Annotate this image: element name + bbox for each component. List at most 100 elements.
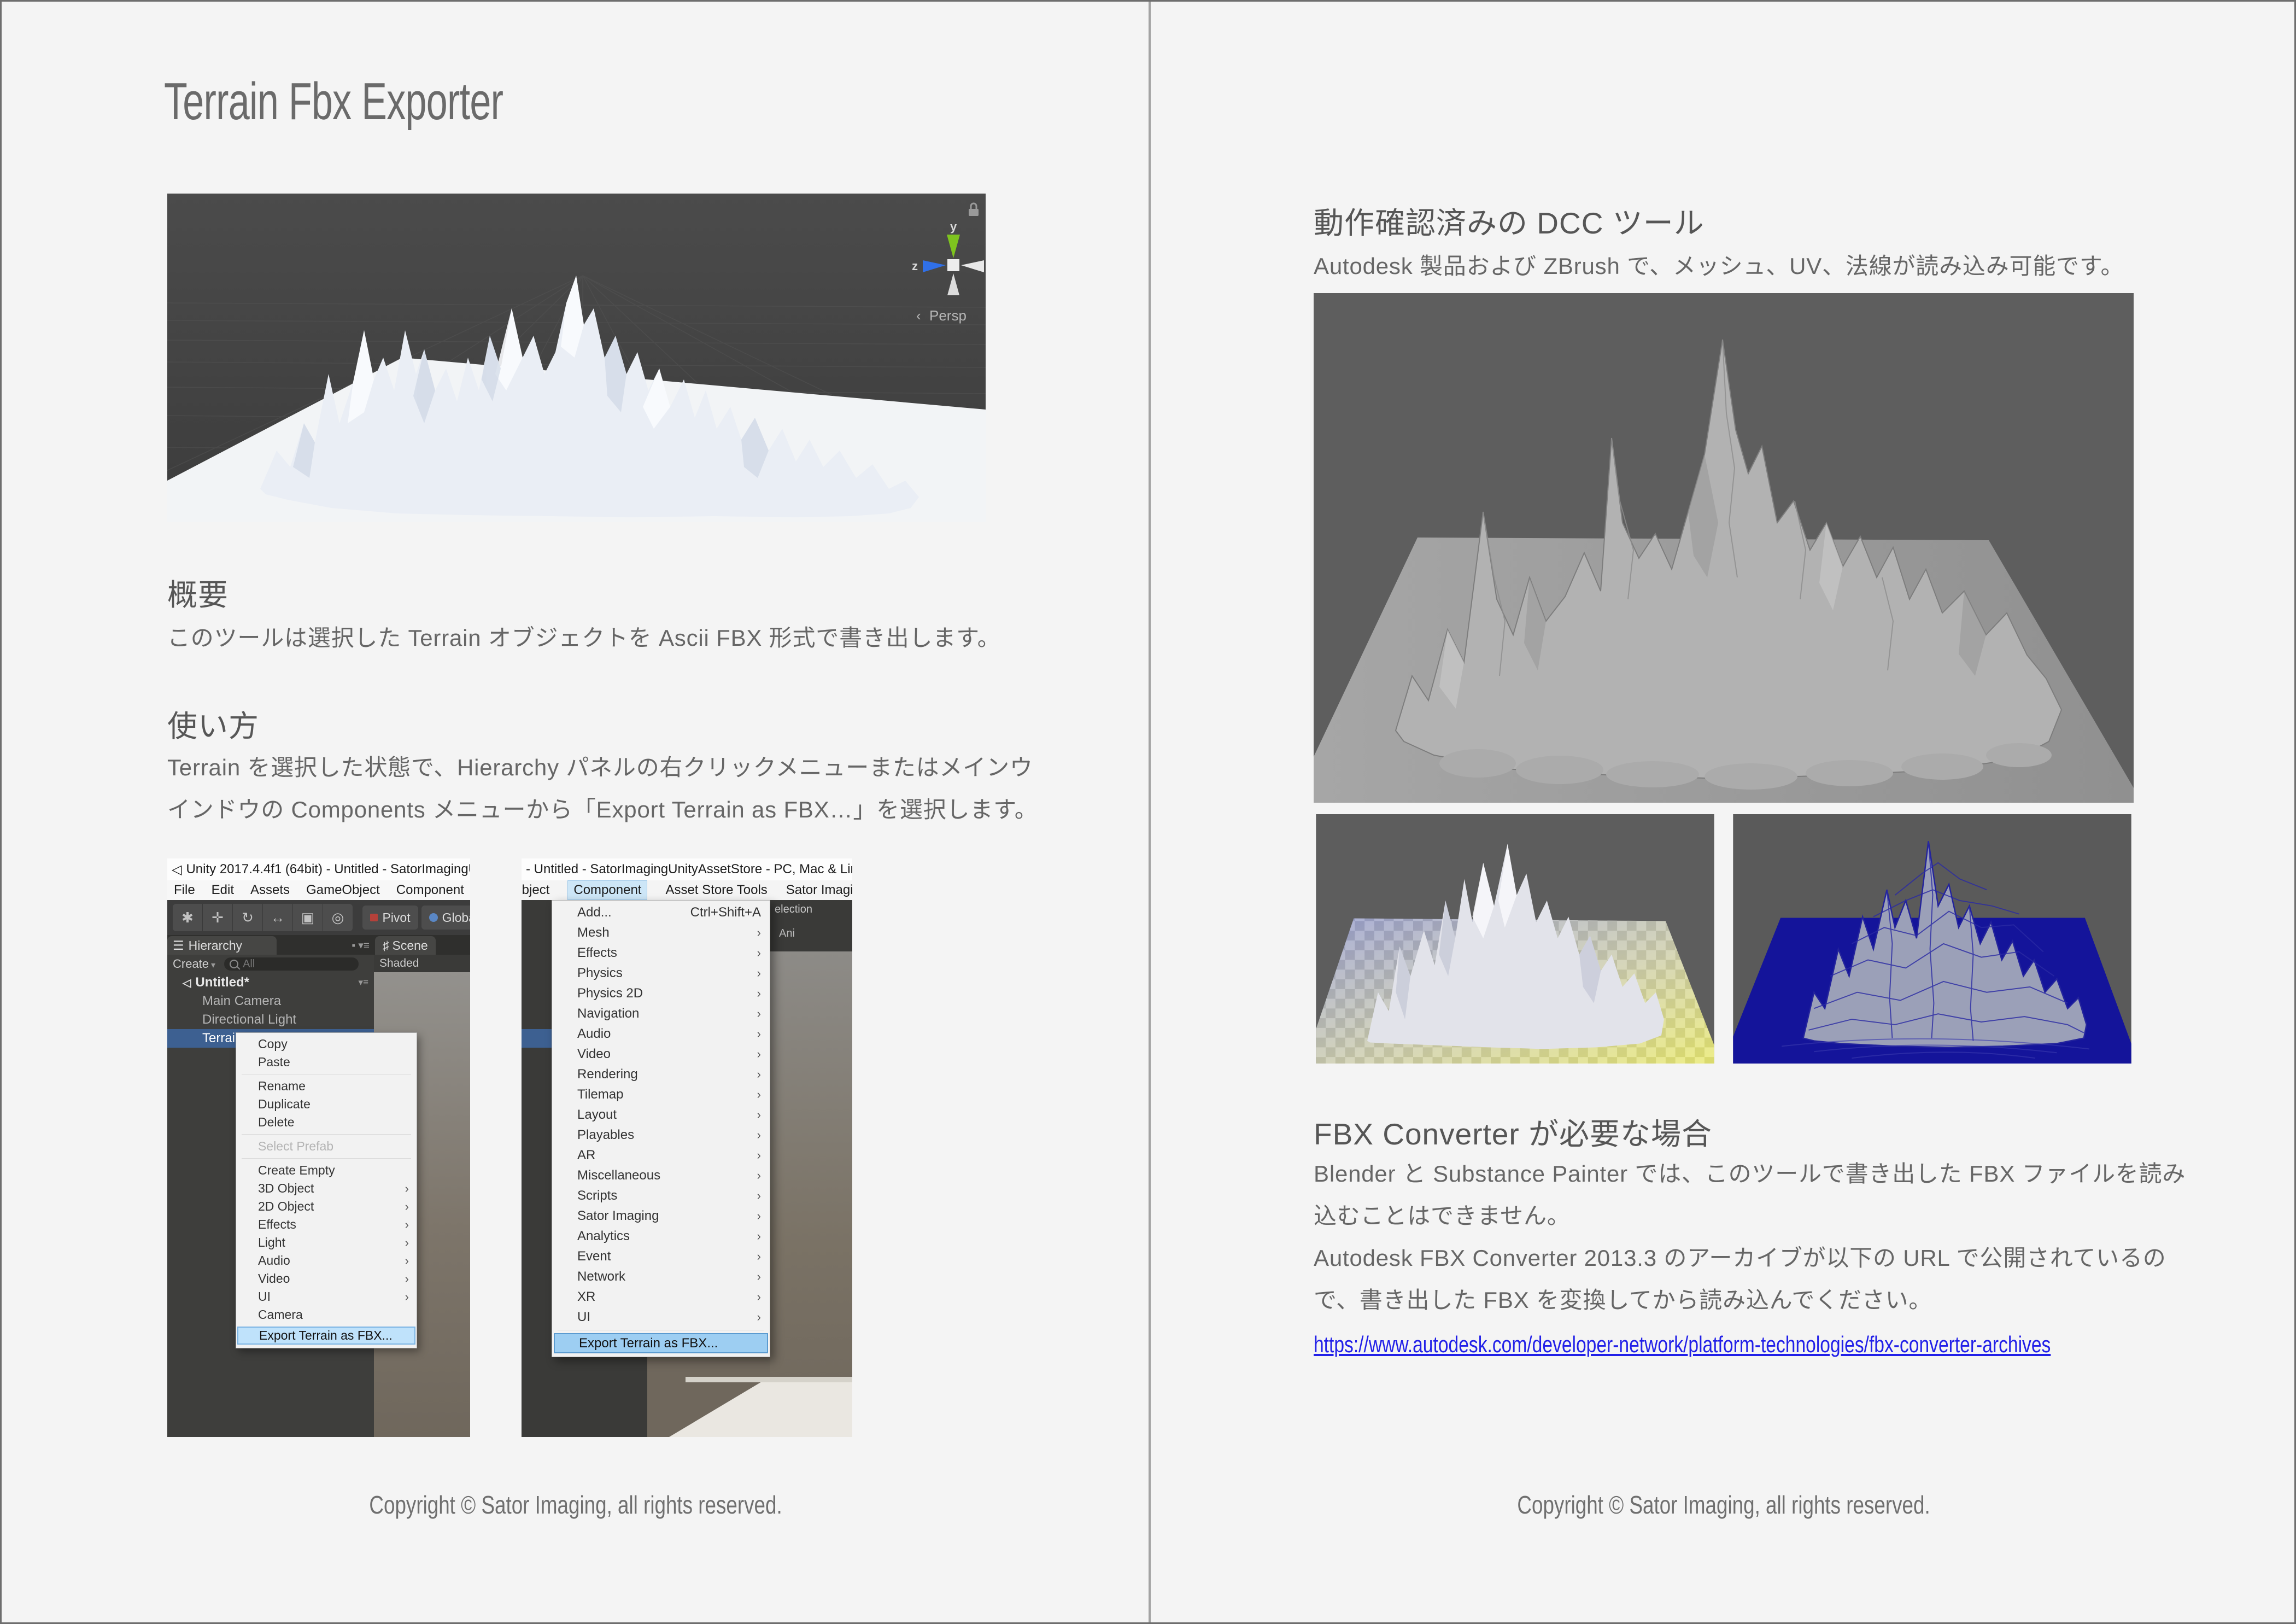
submenu-arrow-icon: › [757,1007,761,1021]
menu-item[interactable]: Video› [552,1044,770,1064]
menu-item[interactable]: Camera [236,1306,417,1324]
menu-item[interactable]: Duplicate [236,1095,417,1113]
menu-item-label: Physics [577,966,623,981]
menu-item[interactable]: Audio› [236,1252,417,1270]
menubar-item[interactable]: GameObject [306,883,380,898]
gizmo-cube[interactable] [947,259,959,271]
hand-tool-button[interactable]: ✱ [173,904,203,931]
menubar-item[interactable]: Asset Store Tools [665,883,767,898]
window-titlebar: ◁ Unity 2017.4.4f1 (64bit) - Untitled - … [167,858,470,880]
menu-item[interactable]: Effects› [236,1216,417,1234]
menubar-item[interactable]: Component [396,883,464,898]
window-title: - Untitled - SatorImagingUnityAssetStore… [526,862,852,877]
move-tool-button[interactable]: ✛ [203,904,233,931]
menu-item[interactable]: Playables› [552,1125,770,1145]
window-titlebar: - Untitled - SatorImagingUnityAssetStore… [522,858,852,880]
menu-item[interactable]: UI› [236,1288,417,1306]
tab-hierarchy[interactable]: ☰ Hierarchy [167,936,277,955]
rect-tool-button[interactable]: ▣ [293,904,323,931]
hierarchy-item[interactable]: Main Camera [167,992,374,1010]
gizmo-z-label: z [912,259,918,273]
menubar-item[interactable]: File [174,883,195,898]
menu-item[interactable]: Miscellaneous› [552,1165,770,1185]
menu-item[interactable]: Physics› [552,963,770,983]
global-toggle-button[interactable]: Globa [421,906,470,930]
submenu-arrow-icon: › [757,1047,761,1061]
menu-item[interactable]: XR› [552,1287,770,1307]
menu-item-label: Effects [577,945,617,961]
scale-tool-button[interactable]: ↔ [263,904,293,931]
menu-item[interactable]: Delete [236,1113,417,1131]
menu-item[interactable]: Export Terrain as FBX... [237,1327,415,1345]
rotate-tool-button[interactable]: ↻ [233,904,263,931]
unity-logo-icon: ◁ [172,862,181,878]
copyright-text: Copyright © Sator Imaging, all rights re… [369,1490,782,1520]
menu-item[interactable]: Event› [552,1246,770,1266]
menu-item[interactable]: Physics 2D› [552,983,770,1003]
hierarchy-item[interactable]: Directional Light [167,1010,374,1029]
menu-item[interactable]: Network› [552,1266,770,1287]
submenu-arrow-icon: › [757,1249,761,1264]
panel-options-icon[interactable]: ▪ ▾≡ [352,939,370,952]
menu-item-label: AR [577,1148,595,1163]
menu-item[interactable]: Effects› [552,943,770,963]
menu-item[interactable]: Export Terrain as FBX... [554,1333,768,1353]
fbx-converter-archives-link[interactable]: https://www.autodesk.com/developer-netwo… [1314,1331,2051,1358]
menubar-item[interactable]: Sator Imaging [786,883,852,898]
usage-line-1: Terrain を選択した状態で、Hierarchy パネルの右クリックメニュー… [167,746,1038,788]
menu-item[interactable]: Create Empty [236,1161,417,1179]
menu-item-label: XR [577,1289,595,1305]
persp-label[interactable]: Persp [929,307,967,324]
hand-tool-icon: ✱ [181,909,194,926]
menu-item[interactable]: Sator Imaging› [552,1206,770,1226]
menu-item[interactable]: Rename [236,1077,417,1095]
create-button[interactable]: Create▾ [173,957,215,971]
menu-item[interactable]: Analytics› [552,1226,770,1246]
menu-item-label: Navigation [577,1006,639,1021]
editor-body: election Ani Add...Ctrl+Shift+AMesh›Effe… [522,900,852,1437]
menu-item[interactable]: Copy [236,1035,417,1053]
transform-tool-button[interactable]: ◎ [323,904,353,931]
hierarchy-item[interactable]: ◁Untitled*▾≡ [167,973,374,992]
copyright: Copyright © Sator Imaging, all rights re… [1150,1490,2296,1520]
hierarchy-item-label: Untitled* [195,975,249,990]
menu-item[interactable]: AR› [552,1145,770,1165]
submenu-arrow-icon: › [757,986,761,1001]
overview-body: このツールは選択した Terrain オブジェクトを Ascii FBX 形式で… [167,617,1000,659]
menu-item[interactable]: 3D Object› [236,1179,417,1197]
menu-item[interactable]: Scripts› [552,1185,770,1206]
inspector-fragment: election Ani [770,900,852,951]
window-title: Unity 2017.4.4f1 (64bit) - Untitled - Sa… [186,862,470,877]
menu-item[interactable]: Navigation › [552,1003,770,1024]
tab-scene[interactable]: ♯ Scene [375,936,436,955]
menu-separator [242,1158,411,1159]
rotate-tool-icon: ↻ [242,909,254,926]
dcc-body: Autodesk 製品および ZBrush で、メッシュ、UV、法線が読み込み可… [1314,245,2124,287]
menubar-item[interactable]: Component [568,881,647,899]
usage-body: Terrain を選択した状態で、Hierarchy パネルの右クリックメニュー… [167,746,1038,831]
gizmo-y-label: y [950,220,957,233]
menu-item[interactable]: Light› [236,1234,417,1252]
menu-item-label: Duplicate [258,1097,311,1112]
lock-icon[interactable] [969,209,979,216]
menu-item[interactable]: Rendering› [552,1064,770,1084]
shaded-dropdown[interactable]: Shaded [374,955,470,972]
menu-item[interactable]: Video› [236,1270,417,1288]
menu-item[interactable]: Add...Ctrl+Shift+A [552,902,770,922]
menu-item[interactable]: Mesh› [552,922,770,943]
menubar-item[interactable]: Assets [250,883,290,898]
menu-item[interactable]: Paste [236,1053,417,1071]
menubar-item[interactable]: Edit [212,883,234,898]
menu-item-label: Create Empty [258,1163,335,1178]
menu-item[interactable]: 2D Object› [236,1197,417,1216]
scene-options-icon: ▾≡ [359,977,368,988]
menubar-item[interactable]: Object [522,883,549,898]
menu-item[interactable]: UI› [552,1307,770,1327]
menu-item[interactable]: Tilemap› [552,1084,770,1105]
menu-item[interactable]: Audio› [552,1024,770,1044]
menu-item[interactable]: Layout› [552,1105,770,1125]
search-input[interactable]: All [224,957,359,971]
left-page: Terrain Fbx Exporter [2,2,1150,1624]
menu-item-label: Rendering [577,1067,638,1082]
pivot-toggle-button[interactable]: Pivot [362,906,418,930]
